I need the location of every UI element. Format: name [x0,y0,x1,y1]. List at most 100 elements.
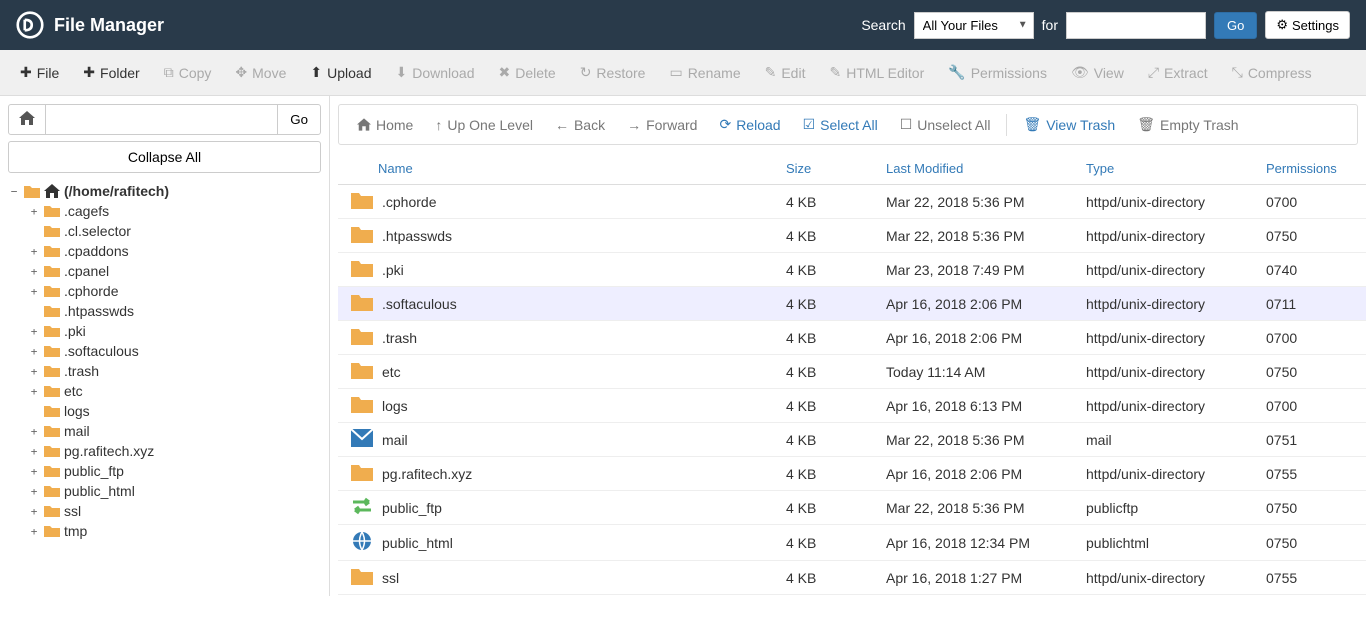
file-row[interactable]: .trash4 KBApr 16, 2018 2:06 PMhttpd/unix… [338,321,1366,355]
file-row[interactable]: tmp4 KBApr 16, 2018 1:27 PMhttpd/unix-di… [338,595,1366,596]
tree-item[interactable]: + public_html [28,481,321,501]
search-input[interactable] [1066,12,1206,39]
col-header-size[interactable]: Size [786,161,886,176]
folder-icon [44,484,60,498]
col-header-modified[interactable]: Last Modified [886,161,1086,176]
tree-item[interactable]: +.cpanel [28,261,321,281]
tree-root[interactable]: − (/home/rafitech) [8,181,321,201]
file-row[interactable]: etc4 KBToday 11:14 AMhttpd/unix-director… [338,355,1366,389]
reload-button[interactable]: ⟳Reload [709,111,790,138]
tree-expand-icon[interactable]: + [28,365,40,378]
file-modified: Apr 16, 2018 1:27 PM [886,570,1086,586]
up-one-level-button[interactable]: ↑Up One Level [425,112,543,138]
toolbar-html-editor-button: ✎ HTML Editor [819,58,934,87]
file-row[interactable]: mail4 KBMar 22, 2018 5:36 PMmail0751 [338,423,1366,457]
tree-item[interactable]: +etc [28,381,321,401]
globe-icon [338,531,378,554]
tree-item-label: public_html [64,483,135,499]
tree-item[interactable]: +.cagefs [28,201,321,221]
file-row[interactable]: logs4 KBApr 16, 2018 6:13 PMhttpd/unix-d… [338,389,1366,423]
file-row[interactable]: public_html4 KBApr 16, 2018 12:34 PMpubl… [338,525,1366,561]
file-row[interactable]: .softaculous4 KBApr 16, 2018 2:06 PMhttp… [338,287,1366,321]
path-bar: Go [8,104,321,135]
tree-item[interactable]: +.trash [28,361,321,381]
collapse-all-button[interactable]: Collapse All [8,141,321,173]
col-header-type[interactable]: Type [1086,161,1266,176]
col-header-name[interactable]: Name [338,161,786,176]
trash-icon: 🗑 [1023,116,1041,133]
folder-open-icon [24,184,40,198]
tree-expand-icon[interactable]: + [28,505,40,518]
app-title: File Manager [54,15,164,36]
tree-item[interactable]: + mail [28,421,321,441]
tree-item-label: tmp [64,523,87,539]
path-go-button[interactable]: Go [277,104,321,135]
path-input[interactable] [46,104,277,135]
path-home-button[interactable] [8,104,46,135]
tree-item-label: mail [64,423,90,439]
file-modified: Apr 16, 2018 2:06 PM [886,296,1086,312]
tree-item[interactable]: +.cpaddons [28,241,321,261]
tree-item[interactable]: +public_ftp [28,461,321,481]
folder-icon [338,327,378,348]
tree-expand-icon[interactable]: + [28,345,40,358]
file-modified: Mar 22, 2018 5:36 PM [886,228,1086,244]
file-row[interactable]: .cphorde4 KBMar 22, 2018 5:36 PMhttpd/un… [338,185,1366,219]
folder-icon [338,463,378,484]
back-button[interactable]: ←Back [545,112,615,138]
cpanel-icon [16,11,44,39]
unselect-all-button[interactable]: ☐Unselect All [890,111,1001,138]
view-trash-button[interactable]: 🗑View Trash [1013,111,1125,138]
tree-item[interactable]: +.pki [28,321,321,341]
tree-item[interactable]: .htpasswds [28,301,321,321]
file-row[interactable]: .pki4 KBMar 23, 2018 7:49 PMhttpd/unix-d… [338,253,1366,287]
tree-item-label: .softaculous [64,343,139,359]
tree-expand-icon[interactable]: + [28,485,40,498]
file-type: httpd/unix-directory [1086,194,1266,210]
empty-trash-button[interactable]: 🗑Empty Trash [1127,111,1248,138]
toolbar-file-button[interactable]: ✚ File [10,58,69,87]
folder-icon [44,204,60,218]
file-permissions: 0750 [1266,535,1366,551]
compress-icon: ⤡ [1232,64,1243,81]
file-name: pg.rafitech.xyz [378,466,786,482]
tree-item[interactable]: +pg.rafitech.xyz [28,441,321,461]
tree-expand-icon[interactable]: + [28,325,40,338]
tree-expand-icon[interactable]: + [28,525,40,538]
tree-expand-icon[interactable]: + [28,205,40,218]
file-row[interactable]: pg.rafitech.xyz4 KBApr 16, 2018 2:06 PMh… [338,457,1366,491]
file-row[interactable]: .htpasswds4 KBMar 22, 2018 5:36 PMhttpd/… [338,219,1366,253]
toolbar-folder-button[interactable]: ✚ Folder [73,58,149,87]
file-row[interactable]: ssl4 KBApr 16, 2018 1:27 PMhttpd/unix-di… [338,561,1366,595]
search-scope-select[interactable]: All Your Files [914,12,1034,39]
tree-expand-icon[interactable]: + [28,265,40,278]
select-all-button[interactable]: ☑Select All [793,111,888,138]
col-header-permissions[interactable]: Permissions [1266,161,1366,176]
tree-item[interactable]: .cl.selector [28,221,321,241]
search-go-button[interactable]: Go [1214,12,1257,39]
tree-expand-icon[interactable]: + [28,245,40,258]
tree-collapse-icon[interactable]: − [8,185,20,198]
toolbar-copy-button: ⧉ Copy [154,58,222,87]
tree-expand-icon[interactable]: + [28,445,40,458]
file-row[interactable]: public_ftp4 KBMar 22, 2018 5:36 PMpublic… [338,491,1366,525]
tree-item[interactable]: + tmp [28,521,321,541]
forward-button[interactable]: →Forward [617,112,707,138]
folder-icon [44,304,60,318]
toolbar-download-button: ⬇ Download [385,58,484,87]
plus-icon: ✚ [20,64,32,81]
toolbar-upload-button[interactable]: ⬆ Upload [300,58,381,87]
file-type: httpd/unix-directory [1086,228,1266,244]
tree-expand-icon[interactable]: + [28,385,40,398]
tree-expand-icon[interactable]: + [28,425,40,438]
settings-button[interactable]: ⚙ Settings [1265,11,1350,39]
tree-item[interactable]: logs [28,401,321,421]
tree-item[interactable]: +.cphorde [28,281,321,301]
file-size: 4 KB [786,296,886,312]
tree-item[interactable]: + .softaculous [28,341,321,361]
tree-expand-icon[interactable]: + [28,285,40,298]
tree-expand-icon[interactable]: + [28,465,40,478]
home-button[interactable]: Home [347,112,423,138]
tree-item[interactable]: +ssl [28,501,321,521]
file-name: .softaculous [378,296,786,312]
